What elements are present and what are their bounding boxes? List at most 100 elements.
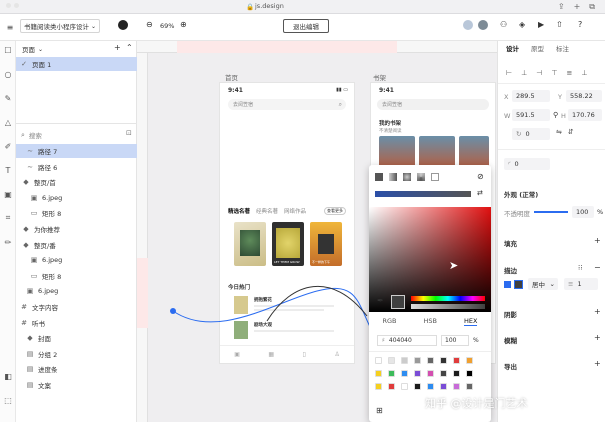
h-field[interactable]: 170.76 xyxy=(568,109,602,121)
color-swatch[interactable] xyxy=(401,383,408,390)
align-bottom-icon[interactable]: ⊥ xyxy=(581,69,587,77)
x-field[interactable]: 289.5 xyxy=(512,90,550,102)
add-export-icon[interactable]: + xyxy=(594,359,601,368)
shelf-search-bar[interactable]: 去阅笠宿 xyxy=(377,99,489,110)
text-tool-icon[interactable]: T xyxy=(3,165,13,175)
layer-search[interactable]: ⌕ 搜索 xyxy=(21,129,126,141)
frame-tool-icon[interactable]: ☐ xyxy=(3,45,13,55)
collapse-icon[interactable]: ⌃ xyxy=(126,43,133,52)
book-cover[interactable]: LET THEM GROW xyxy=(272,222,304,266)
avatar[interactable] xyxy=(462,19,474,31)
layer-row[interactable]: ▭ 矩形 8 xyxy=(16,206,137,220)
page-item[interactable]: ✓ 页面 1 xyxy=(16,57,137,71)
new-tab-icon[interactable]: + xyxy=(574,2,581,12)
color-swatch[interactable] xyxy=(375,370,382,377)
code-icon[interactable]: ◈ xyxy=(519,20,525,29)
color-swatch[interactable] xyxy=(388,383,395,390)
mode-hex[interactable]: HEX xyxy=(464,317,478,326)
eyedropper-icon[interactable]: ✒ xyxy=(377,296,384,305)
pen-tool-icon[interactable]: ✎ xyxy=(3,93,13,103)
layer-row[interactable]: ▣ 6.jpeg xyxy=(16,284,137,298)
color-swatch[interactable] xyxy=(427,383,434,390)
stroke-position-select[interactable]: 居中 ⌄ xyxy=(528,278,558,290)
exit-edit-button[interactable]: 退出编辑 xyxy=(283,19,329,33)
linear-gradient-icon[interactable] xyxy=(389,173,397,181)
y-field[interactable]: 558.22 xyxy=(566,90,602,102)
user-icon[interactable]: ♙ xyxy=(334,351,339,358)
zoom-out-icon[interactable]: ⊖ xyxy=(146,20,153,29)
alpha-slider[interactable] xyxy=(411,304,485,309)
layer-row[interactable]: ▣ 6.jpeg xyxy=(16,191,137,205)
book-cover[interactable] xyxy=(234,222,266,266)
main-menu-icon[interactable]: ≡ xyxy=(4,21,16,33)
color-swatch[interactable] xyxy=(414,370,421,377)
crop-tool-icon[interactable]: ⌗ xyxy=(3,213,13,223)
blend-icon[interactable]: ⊘ xyxy=(477,172,484,181)
flip-horizontal-icon[interactable]: ⇋ xyxy=(556,128,562,136)
tab-design[interactable]: 设计 xyxy=(506,43,519,53)
stroke-color-swatch[interactable] xyxy=(514,280,523,289)
swap-icon[interactable]: ⇄ xyxy=(477,189,483,197)
layer-row[interactable]: ◆ 整页/首 xyxy=(16,175,137,189)
stroke-width-field[interactable]: ≡ 1 xyxy=(564,278,598,290)
rotation-field[interactable]: ↻ 0 xyxy=(512,128,550,140)
path-6-curve[interactable] xyxy=(262,271,372,331)
frame-label-home[interactable]: 首页 xyxy=(225,72,238,82)
grid-icon[interactable]: ▦ xyxy=(268,351,274,358)
tab-classic[interactable]: 经典名著 xyxy=(256,207,278,215)
align-top-icon[interactable]: ⊤ xyxy=(551,69,557,77)
color-swatch[interactable] xyxy=(440,357,447,364)
remove-stroke-icon[interactable]: − xyxy=(594,263,601,272)
flip-vertical-icon[interactable]: ⇵ xyxy=(568,128,574,136)
appearance-label[interactable]: 外观 (正常) xyxy=(504,189,538,199)
color-swatch[interactable] xyxy=(440,370,447,377)
color-swatch[interactable] xyxy=(453,357,460,364)
add-page-icon[interactable]: + xyxy=(114,43,121,52)
align-right-icon[interactable]: ⊣ xyxy=(536,69,542,77)
add-blur-icon[interactable]: + xyxy=(594,333,601,342)
color-swatch[interactable] xyxy=(414,357,421,364)
layer-row[interactable]: ◆ 整页/番 xyxy=(16,238,137,252)
search-input[interactable]: 搜索 xyxy=(29,130,42,140)
brush-tool-icon[interactable]: ✐ xyxy=(3,141,13,151)
pages-header[interactable]: 页面 ⌄ xyxy=(22,44,43,55)
url-bar[interactable]: js.design xyxy=(255,2,284,10)
color-swatch[interactable] xyxy=(427,357,434,364)
tab-featured[interactable]: 精选名著 xyxy=(228,207,250,215)
color-swatch[interactable] xyxy=(453,370,460,377)
layer-row[interactable]: ◆ 封面 xyxy=(16,331,137,345)
color-swatch[interactable] xyxy=(427,370,434,377)
users-icon[interactable]: ⚇ xyxy=(500,20,507,29)
layers-tool-icon[interactable]: ◧ xyxy=(3,371,13,381)
w-field[interactable]: 591.5 xyxy=(512,109,550,121)
image-tool-icon[interactable]: ▣ xyxy=(3,189,13,199)
more-button[interactable]: 查看更多 xyxy=(324,207,346,215)
play-icon[interactable]: ▶ xyxy=(538,20,544,29)
help-icon[interactable]: ? xyxy=(578,20,582,29)
image-fill-icon[interactable] xyxy=(431,173,439,181)
layer-row[interactable]: # 听书 xyxy=(16,316,137,330)
radius-field[interactable]: ◜ 0 xyxy=(504,158,550,170)
align-center-icon[interactable]: ⊥ xyxy=(521,69,527,77)
color-swatch[interactable] xyxy=(401,357,408,364)
color-swatch[interactable] xyxy=(453,383,460,390)
stroke-style-icon[interactable]: ⁝⁝ xyxy=(578,264,582,272)
radial-gradient-icon[interactable] xyxy=(403,173,411,181)
tab-prototype[interactable]: 原型 xyxy=(531,43,544,53)
opacity-input[interactable]: 100 xyxy=(441,335,469,346)
tab-web[interactable]: 网络作品 xyxy=(284,207,306,215)
color-swatch[interactable] xyxy=(388,357,395,364)
color-swatch[interactable] xyxy=(466,357,473,364)
color-swatch[interactable] xyxy=(401,370,408,377)
opacity-field[interactable]: 100 xyxy=(572,206,594,218)
plugins-tool-icon[interactable]: ⬚ xyxy=(3,395,13,405)
align-middle-icon[interactable]: ≡ xyxy=(566,69,572,77)
book-cover[interactable]: 不一样的下午 xyxy=(310,222,342,266)
angular-gradient-icon[interactable] xyxy=(417,173,425,181)
zoom-in-icon[interactable]: ⊕ xyxy=(180,20,187,29)
triangle-tool-icon[interactable]: △ xyxy=(3,117,13,127)
layer-row[interactable]: ▣ 6.jpeg xyxy=(16,253,137,267)
layer-row[interactable]: ▤ 进度条 xyxy=(16,362,137,376)
add-swatch-icon[interactable]: ⊞ xyxy=(376,406,383,415)
hex-input[interactable]: ♯ 404040 xyxy=(377,335,437,346)
